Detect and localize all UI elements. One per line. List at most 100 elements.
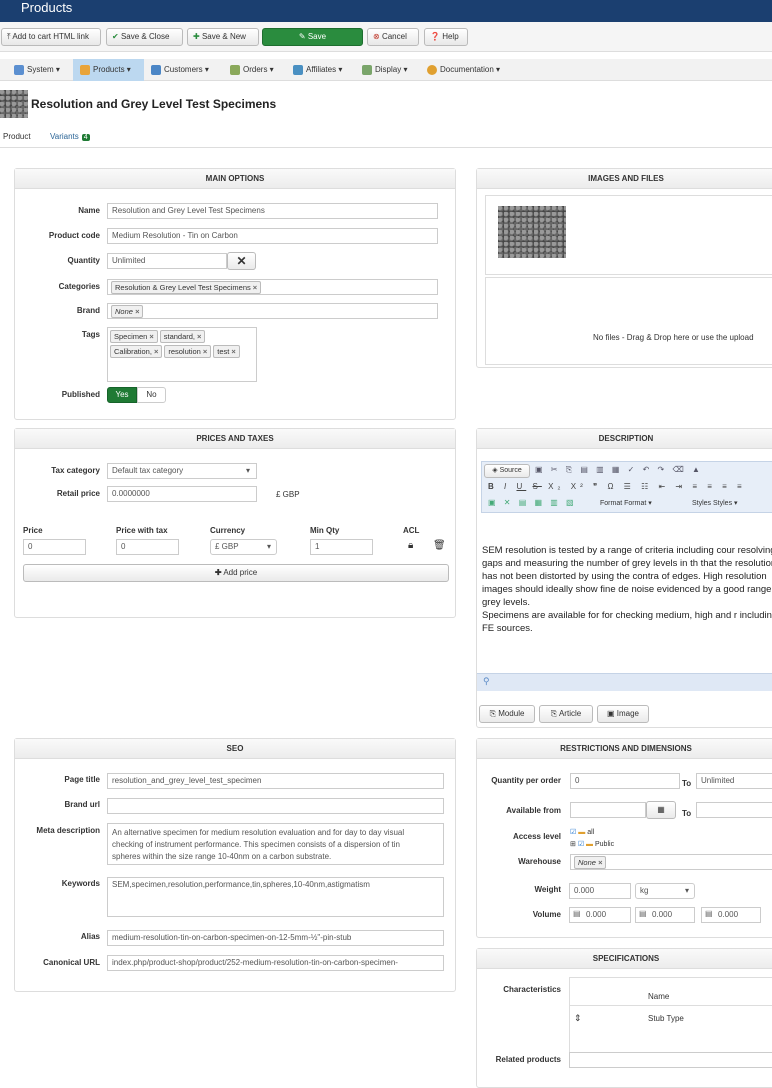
keywords-textarea[interactable]: SEM,specimen,resolution,performance,tin,…	[107, 877, 444, 917]
table-row[interactable]: ⇕ Stub Type	[570, 1006, 772, 1032]
published-yes-button[interactable]: Yes	[107, 387, 137, 403]
published-label: Published	[61, 390, 100, 399]
warehouse-chip[interactable]: None ×	[574, 856, 607, 869]
menu-affiliates[interactable]: Affiliates ▾	[293, 59, 342, 81]
tag-chip[interactable]: Specimen ×	[110, 330, 158, 343]
editor-format-icons[interactable]: B I U S X₂ X² ❞ Ω ☰ ☷ ⇤ ⇥ ≡ ≡ ≡ ≡	[488, 482, 746, 491]
tab-product[interactable]: Product	[3, 132, 31, 141]
brand-chip[interactable]: None ×	[111, 305, 144, 318]
name-input[interactable]: Resolution and Grey Level Test Specimens	[107, 203, 438, 219]
price-tax-input[interactable]: 0	[116, 539, 179, 555]
lock-icon[interactable]: 🔒︎	[408, 540, 413, 551]
weight-input[interactable]: 0.000	[569, 883, 631, 899]
tag-chip[interactable]: resolution ×	[164, 345, 212, 358]
help-button[interactable]: ❓ Help	[424, 28, 468, 46]
access-level-tree[interactable]: ☑ ▬ all ⊞ ☑ ▬ Public	[570, 827, 614, 851]
remove-icon[interactable]: ×	[149, 332, 153, 341]
menu-system[interactable]: System ▾	[14, 59, 60, 81]
description-heading: DESCRIPTION	[477, 429, 772, 449]
article-button[interactable]: ⎘ Article	[539, 705, 593, 723]
warehouse-input[interactable]: None ×	[570, 854, 772, 870]
remove-icon[interactable]: ×	[253, 283, 257, 292]
images-panel: IMAGES AND FILES No files - Drag & Drop …	[476, 168, 772, 368]
file-dropzone[interactable]: No files - Drag & Drop here or use the u…	[485, 277, 772, 365]
tag-chip[interactable]: Calibration, ×	[110, 345, 163, 358]
currency-select[interactable]: £ GBP ▾	[210, 539, 277, 555]
seo-heading: SEO	[15, 739, 455, 759]
warehouse-label: Warehouse	[518, 857, 561, 866]
alias-input[interactable]: medium-resolution-tin-on-carbon-specimen…	[107, 930, 444, 946]
save-button[interactable]: ✎ Save	[262, 28, 363, 46]
published-no-button[interactable]: No	[137, 387, 166, 403]
remove-icon[interactable]: ×	[203, 347, 207, 356]
remove-icon[interactable]: ×	[154, 347, 158, 356]
remove-icon[interactable]: ×	[197, 332, 201, 341]
available-from-input[interactable]	[570, 802, 646, 818]
code-input[interactable]: Medium Resolution - Tin on Carbon	[107, 228, 438, 244]
tag-chip[interactable]: standard, ×	[159, 330, 206, 343]
app-header: Products	[0, 0, 772, 22]
minqty-input[interactable]: 1	[310, 539, 373, 555]
price-input[interactable]: 0	[23, 539, 86, 555]
qpo-to-input[interactable]: Unlimited	[696, 773, 772, 789]
drag-handle-icon[interactable]: ⇕	[574, 1013, 582, 1024]
menu-customers[interactable]: Customers ▾	[151, 59, 209, 81]
page-title-input[interactable]: resolution_and_grey_level_test_specimen	[107, 773, 444, 789]
remove-icon[interactable]: ×	[598, 858, 602, 867]
menu-documentation[interactable]: Documentation ▾	[427, 59, 500, 81]
add-price-button[interactable]: ✚ Add price	[23, 564, 449, 582]
quantity-input[interactable]: Unlimited	[107, 253, 227, 269]
menu-display[interactable]: Display ▾	[362, 59, 407, 81]
module-button[interactable]: ⎘ Module	[479, 705, 535, 723]
checkbox-icon[interactable]: ☑	[578, 841, 584, 848]
retail-price-input[interactable]: 0.0000000	[107, 486, 257, 502]
qpo-label: Quantity per order	[491, 776, 561, 785]
editor-statusbar: ⚲	[477, 673, 772, 691]
canonical-input[interactable]: index.php/product-shop/product/252-mediu…	[107, 955, 444, 971]
meta-description-textarea[interactable]: An alternative specimen for medium resol…	[107, 823, 444, 865]
categories-input[interactable]: Resolution & Grey Level Test Specimens ×	[107, 279, 438, 295]
related-products-input[interactable]	[569, 1052, 772, 1068]
tags-input[interactable]: Specimen × standard, × Calibration, × resoluti…	[107, 327, 257, 382]
checkbox-icon[interactable]: ☑	[570, 829, 576, 836]
product-image[interactable]	[498, 206, 566, 258]
categories-label: Categories	[58, 282, 100, 291]
brand-input[interactable]: None ×	[107, 303, 438, 319]
editor-insert-icons[interactable]: ▣ ✕ ▤ ▦ ▥ ▧	[488, 498, 577, 507]
image-list	[485, 195, 772, 275]
description-editor-body[interactable]: SEM resolution is tested by a range of c…	[482, 544, 772, 635]
plus-icon: ✚	[193, 32, 200, 41]
menu-products[interactable]: Products ▾	[73, 59, 144, 81]
weight-label: Weight	[534, 885, 561, 894]
editor-icons-row1[interactable]: ▣ ✂ ⎘ ▤ ▥ ▦ ✓ ↶ ↷ ⌫ ▲	[535, 465, 703, 475]
qpo-from-input[interactable]: 0	[570, 773, 680, 789]
cancel-button[interactable]: ⊗ Cancel	[367, 28, 419, 46]
tab-variants[interactable]: Variants 4	[50, 132, 90, 141]
category-chip[interactable]: Resolution & Grey Level Test Specimens ×	[111, 281, 262, 294]
access-level-label: Access level	[512, 832, 561, 841]
tax-category-select[interactable]: Default tax category ▾	[107, 463, 257, 479]
format-dropdown[interactable]: Format Format ▾	[600, 499, 652, 507]
magnifier-icon[interactable]: ⚲	[483, 676, 490, 687]
trash-icon[interactable]: 🗑︎	[433, 540, 446, 551]
menu-orders[interactable]: Orders ▾	[230, 59, 274, 81]
prices-panel: PRICES AND TAXES Tax category Default ta…	[14, 428, 456, 618]
save-new-button[interactable]: ✚ Save & New	[187, 28, 259, 46]
remove-icon[interactable]: ×	[135, 307, 139, 316]
image-button[interactable]: ▣ Image	[597, 705, 649, 723]
meta-description-label: Meta description	[36, 826, 100, 835]
available-to-input[interactable]	[696, 802, 772, 818]
remove-icon[interactable]: ×	[231, 347, 235, 356]
chevron-down-icon: ▾	[266, 542, 271, 551]
cancel-icon: ⊗	[373, 32, 380, 41]
add-to-cart-button[interactable]: ⤒ Add to cart HTML link	[1, 28, 101, 46]
brand-url-input[interactable]	[107, 798, 444, 814]
col-acl: ACL	[403, 526, 420, 535]
clear-quantity-button[interactable]: ✕	[227, 252, 256, 270]
tag-chip[interactable]: test ×	[213, 345, 240, 358]
source-button[interactable]: ◈ Source	[484, 464, 530, 478]
weight-unit-select[interactable]: kg ▾	[635, 883, 695, 899]
styles-dropdown[interactable]: Styles Styles ▾	[692, 499, 738, 507]
calendar-button[interactable]: ▦	[646, 801, 676, 819]
save-close-button[interactable]: ✔ Save & Close	[106, 28, 183, 46]
